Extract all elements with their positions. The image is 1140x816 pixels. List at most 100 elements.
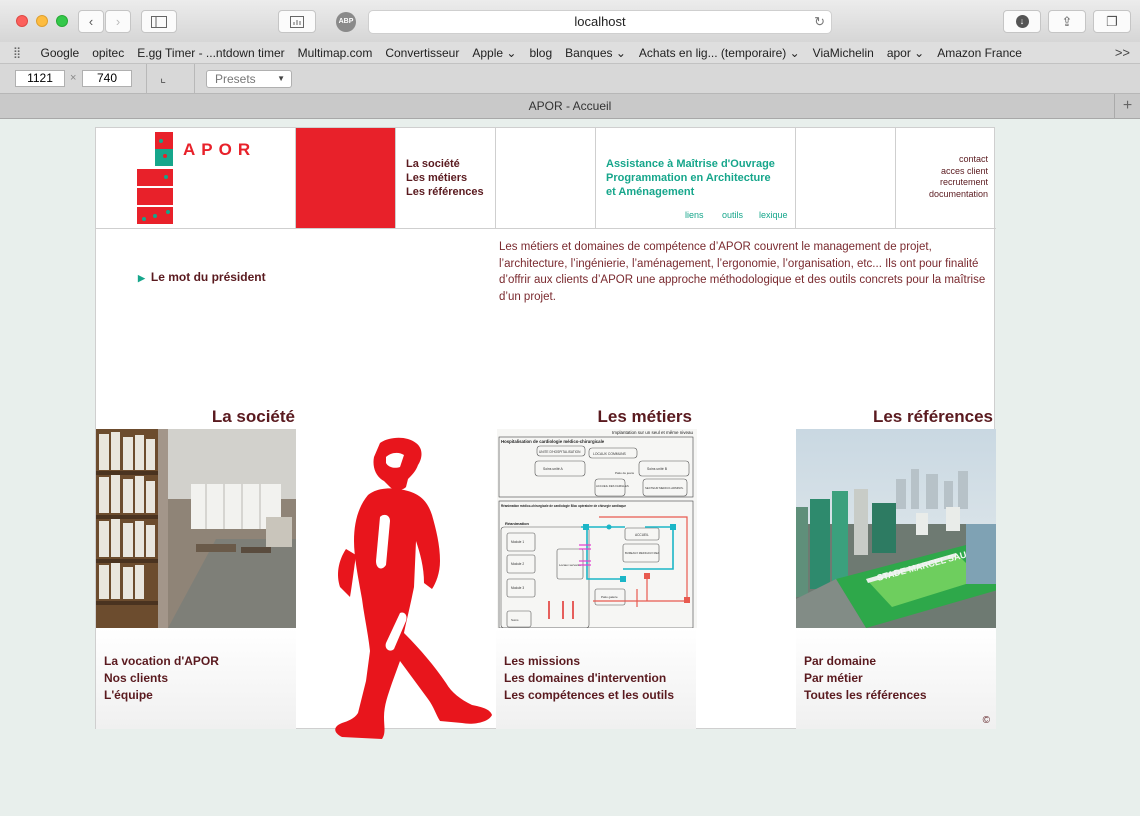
link-vocation[interactable]: La vocation d'APOR xyxy=(104,653,288,670)
reader-button[interactable] xyxy=(278,10,316,33)
link-toutes-references[interactable]: Toutes les références xyxy=(804,687,988,704)
nav-liens[interactable]: liens xyxy=(685,210,704,220)
plus-icon: + xyxy=(1122,97,1133,114)
new-tab-button[interactable]: + xyxy=(1114,94,1140,119)
share-button[interactable]: ⇪ xyxy=(1048,10,1086,33)
president-label: Le mot du président xyxy=(150,270,266,284)
chart-icon xyxy=(290,15,304,28)
metiers-links: Les missions Les domaines d'intervention… xyxy=(496,628,696,729)
bookmark-banques[interactable]: Banques ⌄ xyxy=(559,46,633,60)
nav-contact[interactable]: contact xyxy=(929,154,988,166)
office-photo[interactable] xyxy=(96,429,296,628)
floor-plan-image[interactable]: Implantation sur un seul et même niveau … xyxy=(497,429,697,628)
link-missions[interactable]: Les missions xyxy=(504,653,688,670)
minimize-window-button[interactable] xyxy=(36,15,48,27)
plan-label: UNITE D'HOSPITALISATION xyxy=(539,450,581,454)
plan-label: ACCUEIL xyxy=(635,533,649,537)
bookmarks-bar: ⣿ Google opitec E.gg Timer - ...ntdown t… xyxy=(0,42,1140,64)
plan-title: Réanimation médico-chirurgicale de cardi… xyxy=(501,503,627,508)
link-par-metier[interactable]: Par métier xyxy=(804,670,988,687)
brand-name: APOR xyxy=(183,140,257,159)
download-icon: ↓ xyxy=(1015,15,1029,28)
window-titlebar: ‹ › ABP localhost ↻ ↓ ⇪ ❐ xyxy=(0,0,1140,42)
link-nos-clients[interactable]: Nos clients xyxy=(104,670,288,687)
tagline-line: Programmation en Architecture xyxy=(606,172,771,184)
zoom-window-button[interactable] xyxy=(56,15,68,27)
tab-apor-accueil[interactable]: APOR - Accueil xyxy=(0,94,1140,119)
copyright-icon: © xyxy=(982,715,990,726)
nav-recrutement[interactable]: recrutement xyxy=(929,177,988,189)
bookmark-opitec[interactable]: opitec xyxy=(86,46,131,60)
empty-cell xyxy=(496,128,596,228)
nav-documentation[interactable]: documentation xyxy=(929,189,988,201)
plan-label: Module 1 xyxy=(511,540,524,544)
divider xyxy=(146,64,147,94)
plan-label: Réanimation xyxy=(505,521,530,526)
plan-label: Module 3 xyxy=(511,586,524,590)
president-link[interactable]: ▶ Le mot du président xyxy=(138,270,266,284)
link-competences[interactable]: Les compétences et les outils xyxy=(504,687,688,704)
logo-cell[interactable]: APOR xyxy=(96,128,296,228)
plan-label: Soins unité A xyxy=(543,467,564,471)
sidebar-icon xyxy=(151,15,167,28)
bookmarks-more-button[interactable]: >> xyxy=(1115,45,1130,60)
plan-label: Soins xyxy=(511,618,519,622)
triangle-right-icon: ▶ xyxy=(138,273,145,283)
width-input[interactable]: 1121 xyxy=(15,70,65,87)
plan-label: Patio galerie xyxy=(601,595,618,599)
responsive-toolbar: 1121 × 740 ⌞ Presets ▼ xyxy=(0,64,1140,94)
presets-select[interactable]: Presets ▼ xyxy=(206,70,292,88)
link-domaines[interactable]: Les domaines d'intervention xyxy=(504,670,688,687)
bookmark-viamichelin[interactable]: ViaMichelin xyxy=(806,46,880,60)
bookmark-achats[interactable]: Achats en lig... (temporaire) ⌄ xyxy=(632,46,806,60)
plan-title: Hospitalisation de cardiologie médico-ch… xyxy=(501,439,605,444)
back-button[interactable]: ‹ xyxy=(78,10,104,33)
plan-label: Patio de jeans xyxy=(615,471,635,475)
link-par-domaine[interactable]: Par domaine xyxy=(804,653,988,670)
plan-label: BUREAUX MEDICAUX REA xyxy=(625,551,659,555)
close-window-button[interactable] xyxy=(16,15,28,27)
bookmark-amazon[interactable]: Amazon France xyxy=(931,46,1029,60)
nav-la-societe[interactable]: La société xyxy=(406,157,484,171)
bookmark-convertisseur[interactable]: Convertisseur xyxy=(379,46,466,60)
tagline-line: et Aménagement xyxy=(606,186,695,198)
bookmark-multimap[interactable]: Multimap.com xyxy=(291,46,379,60)
link-equipe[interactable]: L'équipe xyxy=(104,687,288,704)
plan-label: SECTEUR MEDICO-ADMINIS. xyxy=(645,486,684,490)
plan-label: LOCAUX COMMUNS xyxy=(593,452,627,456)
nav-les-metiers[interactable]: Les métiers xyxy=(406,171,484,185)
triangle-down-icon: ▼ xyxy=(277,74,285,83)
tagline: Assistance à Maîtrise d'Ouvrage Programm… xyxy=(606,157,775,199)
tab-bar: APOR - Accueil + xyxy=(0,94,1140,119)
intro-text: Les métiers et domaines de compétence d’… xyxy=(499,241,986,303)
adblock-button[interactable]: ABP xyxy=(336,12,356,32)
share-icon: ⇪ xyxy=(1061,13,1073,29)
bookmark-apple[interactable]: Apple ⌄ xyxy=(466,46,523,60)
chevron-right-icon: › xyxy=(115,14,121,29)
site-header: APOR La société Les métiers Les référenc… xyxy=(96,128,996,229)
rotate-icon[interactable]: ⌞ xyxy=(160,70,166,86)
section-title-references: Les références xyxy=(872,407,993,426)
bookmark-blog[interactable]: blog xyxy=(523,46,559,60)
reload-icon[interactable]: ↻ xyxy=(814,11,825,33)
bookmark-egg-timer[interactable]: E.gg Timer - ...ntdown timer xyxy=(131,46,291,60)
utility-nav: contact acces client recrutement documen… xyxy=(929,154,988,200)
nav-lexique[interactable]: lexique xyxy=(759,210,788,220)
height-input[interactable]: 740 xyxy=(82,70,132,87)
nav-acces-client[interactable]: acces client xyxy=(929,166,988,178)
nav-outils[interactable]: outils xyxy=(722,210,743,220)
stadium-photo[interactable]: STADE MARCEL SAUPIN xyxy=(796,429,996,628)
downloads-button[interactable]: ↓ xyxy=(1003,10,1041,33)
plan-label: ACCUEIL DES FAMILLES xyxy=(596,484,629,488)
address-bar[interactable]: localhost ↻ xyxy=(368,10,832,34)
references-links: Par domaine Par métier Toutes les référe… xyxy=(796,628,996,729)
forward-button[interactable]: › xyxy=(105,10,131,33)
bookmark-apor[interactable]: apor ⌄ xyxy=(880,46,930,60)
tabs-overview-button[interactable]: ❐ xyxy=(1093,10,1131,33)
top-sites-icon[interactable]: ⣿ xyxy=(0,46,34,59)
tabs-icon: ❐ xyxy=(1106,13,1118,29)
bookmark-google[interactable]: Google xyxy=(34,46,86,60)
sidebar-button[interactable] xyxy=(141,10,177,33)
apor-page: APOR La société Les métiers Les référenc… xyxy=(95,127,996,729)
nav-les-references[interactable]: Les références xyxy=(406,185,484,199)
